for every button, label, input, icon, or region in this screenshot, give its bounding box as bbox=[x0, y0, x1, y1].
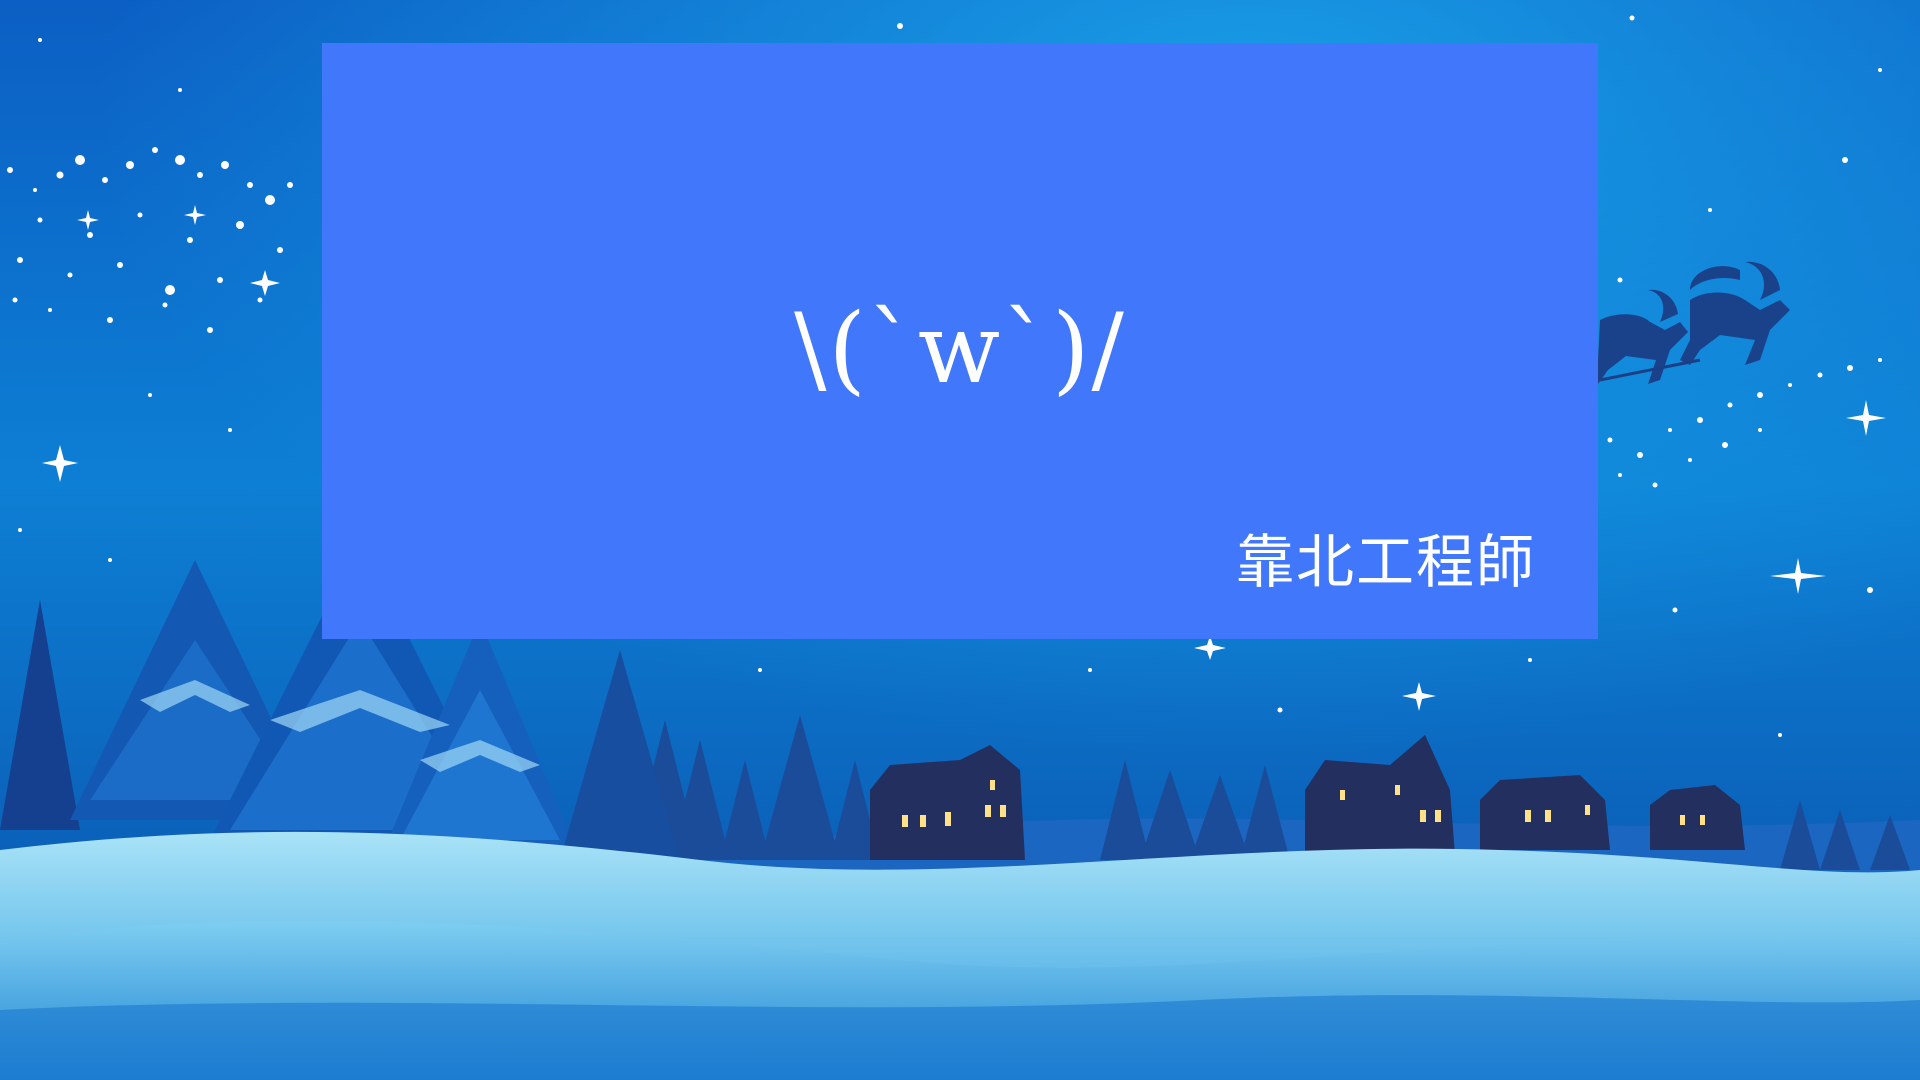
star-icon bbox=[1617, 277, 1623, 283]
star-icon bbox=[1629, 15, 1635, 21]
star-icon bbox=[1867, 587, 1873, 593]
star-icon bbox=[1842, 157, 1848, 163]
star-icon bbox=[1088, 668, 1092, 672]
star-icon bbox=[897, 23, 903, 29]
star-icon bbox=[758, 668, 762, 672]
star-icon bbox=[1778, 733, 1782, 737]
star-icon bbox=[108, 558, 112, 562]
star-icon bbox=[1708, 208, 1712, 212]
star-icon bbox=[228, 428, 232, 432]
star-icon bbox=[1672, 607, 1678, 613]
star-icon bbox=[1277, 707, 1283, 713]
star-icon bbox=[38, 38, 42, 42]
star-icon bbox=[178, 88, 182, 92]
star-icon bbox=[148, 393, 152, 397]
star-icon bbox=[1878, 68, 1882, 72]
message-panel: \(`w`)/ 靠北工程師 bbox=[322, 43, 1598, 639]
star-icon bbox=[18, 528, 22, 532]
signature-text: 靠北工程師 bbox=[1235, 528, 1536, 596]
star-icon bbox=[1528, 658, 1532, 662]
kaomoji-text: \(`w`)/ bbox=[794, 293, 1126, 405]
